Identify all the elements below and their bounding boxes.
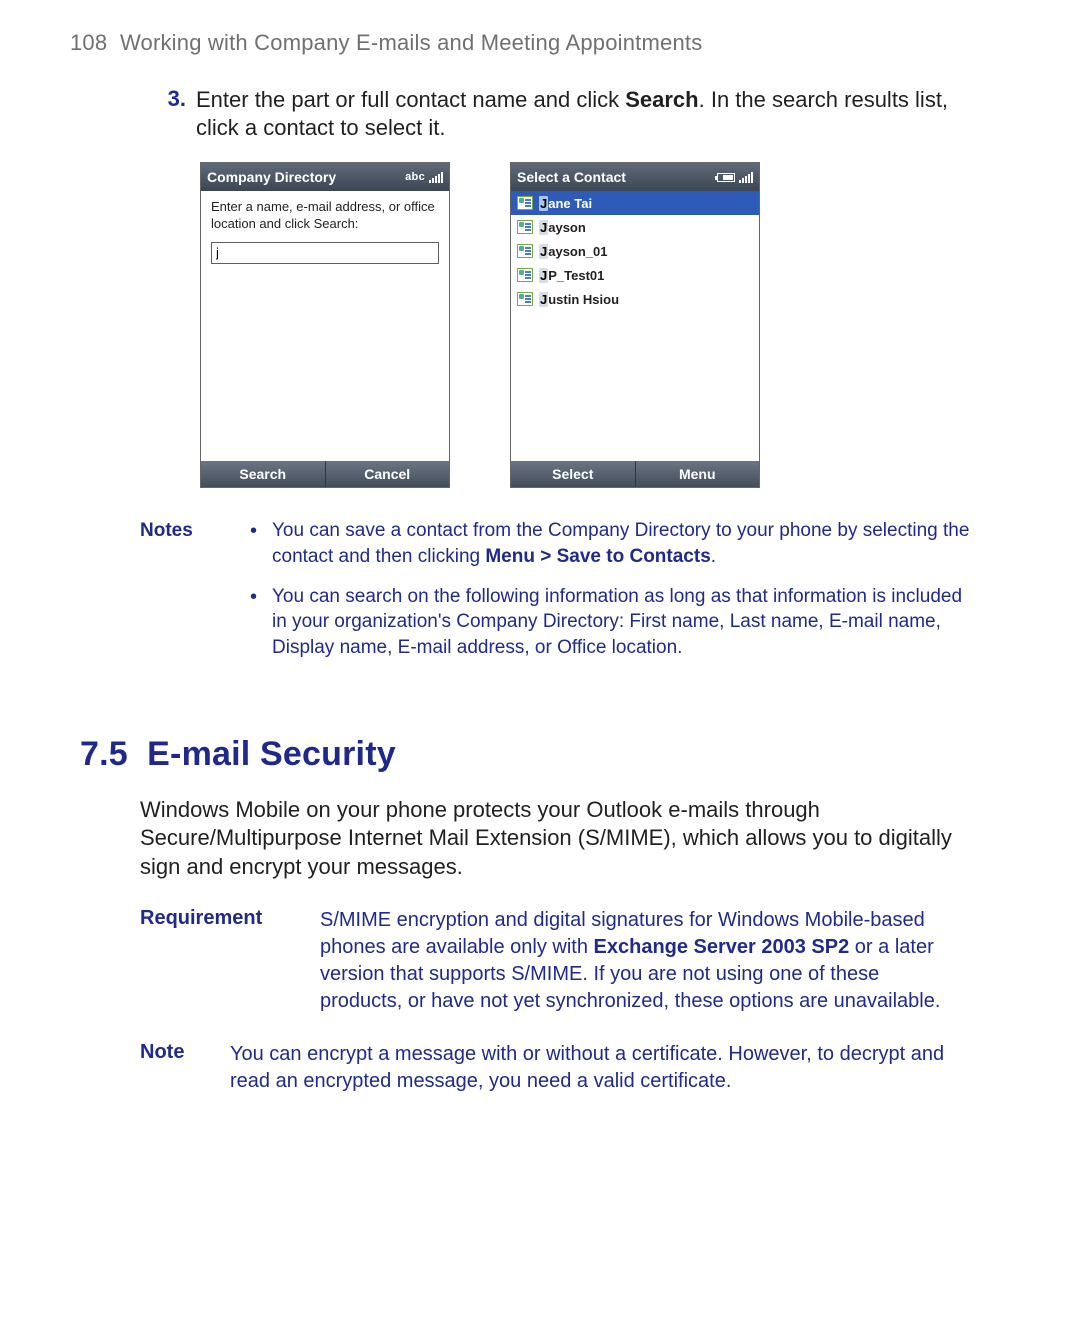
signal-icon bbox=[739, 171, 753, 183]
match-highlight: J bbox=[539, 220, 548, 235]
page-number: 108 bbox=[70, 30, 107, 55]
step-text-pre: Enter the part or full contact name and … bbox=[196, 87, 625, 112]
match-highlight: J bbox=[539, 292, 548, 307]
phone-company-directory: Company Directory abc Enter a name, e-ma… bbox=[200, 162, 450, 488]
note-label: Note bbox=[140, 1041, 230, 1095]
note-item: You can save a contact from the Company … bbox=[250, 518, 970, 569]
contact-list: Jane Tai Jayson Jayson_01 JP_Test01 Just… bbox=[511, 191, 759, 461]
section-title-text: E-mail Security bbox=[147, 735, 396, 773]
softkey-cancel[interactable]: Cancel bbox=[326, 461, 450, 487]
manual-page: 108 Working with Company E-mails and Mee… bbox=[0, 0, 1080, 1155]
match-highlight: J bbox=[539, 244, 548, 259]
battery-icon bbox=[717, 173, 735, 182]
contact-name: Justin Hsiou bbox=[539, 292, 619, 307]
contact-row[interactable]: Jane Tai bbox=[511, 191, 759, 215]
section-heading: 7.5 E-mail Security bbox=[80, 735, 1010, 774]
requirement-label: Requirement bbox=[140, 907, 320, 1015]
window-title: Select a Contact bbox=[517, 169, 626, 185]
contact-card-icon bbox=[517, 196, 533, 210]
note-text-post: . bbox=[711, 546, 716, 567]
contact-name-rest: P_Test01 bbox=[548, 268, 604, 283]
search-input[interactable] bbox=[211, 242, 439, 264]
requirement-block: Requirement S/MIME encryption and digita… bbox=[140, 907, 1010, 1015]
window-title: Company Directory bbox=[207, 169, 336, 185]
note-text: You can encrypt a message with or withou… bbox=[230, 1041, 970, 1095]
notes-block: Notes You can save a contact from the Co… bbox=[140, 518, 1010, 674]
contact-name-rest: ayson_01 bbox=[548, 244, 607, 259]
step-3: 3. Enter the part or full contact name a… bbox=[160, 86, 1010, 142]
note-text-pre: You can search on the following informat… bbox=[272, 586, 962, 658]
search-hint: Enter a name, e-mail address, or office … bbox=[211, 199, 439, 232]
titlebar: Company Directory abc bbox=[201, 163, 449, 191]
contact-name: Jane Tai bbox=[539, 196, 592, 211]
step-text-bold: Search bbox=[625, 87, 698, 112]
contact-card-icon bbox=[517, 268, 533, 282]
note-block: Note You can encrypt a message with or w… bbox=[140, 1041, 1010, 1095]
screenshots-row: Company Directory abc Enter a name, e-ma… bbox=[200, 162, 1010, 488]
titlebar: Select a Contact bbox=[511, 163, 759, 191]
step-marker: 3. bbox=[160, 86, 196, 142]
section-number: 7.5 bbox=[80, 735, 128, 773]
contact-name: JP_Test01 bbox=[539, 268, 604, 283]
contact-name: Jayson_01 bbox=[539, 244, 608, 259]
contact-card-icon bbox=[517, 292, 533, 306]
match-highlight: J bbox=[539, 196, 548, 211]
contact-row[interactable]: Jayson_01 bbox=[511, 239, 759, 263]
signal-icon bbox=[429, 171, 443, 183]
contact-name: Jayson bbox=[539, 220, 586, 235]
step-text: Enter the part or full contact name and … bbox=[196, 86, 956, 142]
phone-body: Enter a name, e-mail address, or office … bbox=[201, 191, 449, 461]
notes-label: Notes bbox=[140, 518, 250, 674]
contact-card-icon bbox=[517, 244, 533, 258]
system-tray: abc bbox=[405, 171, 443, 183]
note-text-bold: Menu > Save to Contacts bbox=[485, 546, 710, 567]
input-mode-indicator: abc bbox=[405, 171, 425, 183]
softkey-bar: Search Cancel bbox=[201, 461, 449, 487]
contact-name-rest: ustin Hsiou bbox=[548, 292, 619, 307]
system-tray bbox=[717, 171, 753, 183]
softkey-bar: Select Menu bbox=[511, 461, 759, 487]
requirement-text: S/MIME encryption and digital signatures… bbox=[320, 907, 960, 1015]
running-head: 108 Working with Company E-mails and Mee… bbox=[70, 30, 1010, 56]
phone-select-contact: Select a Contact Jane Tai Jayson Jayso bbox=[510, 162, 760, 488]
contact-card-icon bbox=[517, 220, 533, 234]
contact-row[interactable]: Jayson bbox=[511, 215, 759, 239]
softkey-search[interactable]: Search bbox=[201, 461, 326, 487]
notes-list: You can save a contact from the Company … bbox=[250, 518, 970, 674]
softkey-menu[interactable]: Menu bbox=[636, 461, 760, 487]
contact-row[interactable]: JP_Test01 bbox=[511, 263, 759, 287]
chapter-title: Working with Company E-mails and Meeting… bbox=[120, 30, 702, 55]
contact-row[interactable]: Justin Hsiou bbox=[511, 287, 759, 311]
contact-name-rest: ayson bbox=[548, 220, 586, 235]
softkey-select[interactable]: Select bbox=[511, 461, 636, 487]
intro-paragraph: Windows Mobile on your phone protects yo… bbox=[140, 796, 960, 882]
note-item: You can search on the following informat… bbox=[250, 584, 970, 661]
contact-name-rest: ane Tai bbox=[548, 196, 592, 211]
match-highlight: J bbox=[539, 268, 548, 283]
requirement-text-bold: Exchange Server 2003 SP2 bbox=[594, 936, 850, 958]
